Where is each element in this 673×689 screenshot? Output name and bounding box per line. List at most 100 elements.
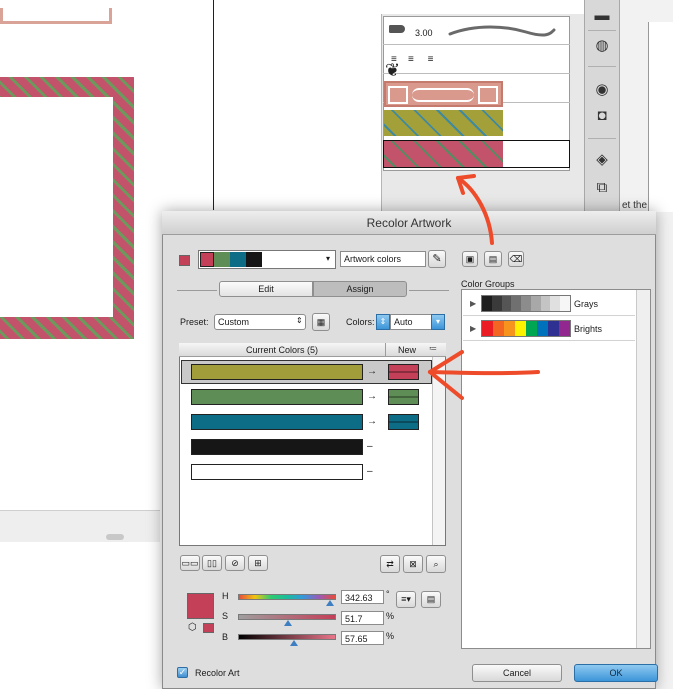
saturation-input[interactable]: 51.7 (341, 611, 384, 625)
color-group-swatch[interactable] (515, 321, 526, 336)
color-groups-list (461, 289, 651, 649)
hue-slider-thumb[interactable] (326, 600, 334, 606)
brightness-slider-thumb[interactable] (290, 640, 298, 646)
ok-button[interactable]: OK (574, 664, 658, 682)
color-group-swatch[interactable] (491, 296, 502, 311)
appearance-icon[interactable]: ◉ (592, 80, 612, 100)
saturation-label: S (222, 611, 229, 621)
current-color-bar[interactable] (191, 464, 363, 480)
dock-divider (588, 30, 616, 31)
find-color-icon[interactable]: ⌕ (426, 555, 446, 573)
hue-slider[interactable] (238, 594, 336, 600)
new-header[interactable]: New (386, 345, 428, 355)
current-color-bar[interactable] (191, 439, 363, 455)
gradient-icon[interactable]: ▬ (592, 6, 612, 26)
artboard-edge (213, 0, 214, 210)
artboards-icon[interactable]: ⧉ (592, 178, 612, 198)
active-color-swatch[interactable] (179, 255, 190, 266)
brightness-slider[interactable] (238, 634, 336, 640)
calligraphic-brush-icon (389, 25, 405, 33)
scroll-thumb[interactable] (106, 534, 124, 540)
color-group-swatch[interactable] (530, 296, 541, 311)
color-group-swatch[interactable] (521, 296, 531, 311)
chevron-down-icon[interactable]: ▾ (326, 254, 330, 263)
layers-icon[interactable]: ◈ (592, 150, 612, 170)
disclosure-triangle-icon[interactable]: ▶ (470, 299, 476, 308)
artwork-inner-area (0, 97, 113, 317)
colors-field[interactable]: Auto (390, 314, 432, 330)
color-groups-scrollbar[interactable] (636, 290, 650, 648)
color-group-swatch[interactable] (540, 296, 551, 311)
exclude-colors-icon[interactable]: ⊘ (225, 555, 245, 571)
randomize-order-icon[interactable]: ⇄ (380, 555, 400, 573)
brights-swatches[interactable] (481, 320, 571, 337)
color-group-swatch[interactable] (559, 321, 570, 336)
graphic-styles-icon[interactable]: ◘ (592, 106, 612, 126)
save-group-icon[interactable]: ▣ (462, 251, 478, 267)
color-group-swatch[interactable] (501, 296, 512, 311)
in-gamut-swatch[interactable] (203, 623, 214, 633)
pattern-brush-rose-diamond[interactable] (384, 141, 503, 167)
randomize-saturation-icon[interactable]: ⊠ (403, 555, 423, 573)
color-group-swatch[interactable] (504, 321, 515, 336)
color-group-swatch[interactable] (482, 321, 493, 336)
brightness-input[interactable]: 57.65 (341, 631, 384, 645)
merge-colors-icon[interactable]: ▭▭ (180, 555, 200, 571)
map-arrow-icon[interactable]: → (367, 366, 377, 377)
tab-assign[interactable]: Assign (313, 281, 407, 297)
grays-swatches[interactable] (481, 295, 571, 312)
recolor-art-checkbox[interactable]: ✓ (177, 667, 188, 678)
saturation-slider-thumb[interactable] (284, 620, 292, 626)
no-map-icon[interactable]: – (367, 466, 373, 477)
preset-select[interactable]: Custom (214, 314, 306, 330)
color-group-swatch[interactable] (511, 296, 522, 311)
tab-edit[interactable]: Edit (219, 281, 313, 297)
new-color-swatch[interactable] (388, 364, 419, 380)
color-group-swatch[interactable] (550, 296, 561, 311)
color-group-swatch[interactable] (526, 321, 537, 336)
current-colors-header[interactable]: Current Colors (5) (179, 345, 385, 355)
menu-icon[interactable]: ≔ (429, 344, 437, 353)
delete-icon[interactable]: ⌫ (508, 251, 524, 267)
current-color-bar[interactable] (191, 414, 363, 430)
map-arrow-icon[interactable]: → (367, 416, 377, 427)
transparency-icon[interactable]: ◍ (592, 36, 612, 56)
harmony-swatch (230, 252, 246, 267)
eyedropper-icon[interactable]: ✎ (428, 250, 446, 268)
color-group-swatch[interactable] (493, 321, 504, 336)
map-arrow-icon[interactable]: → (367, 391, 377, 402)
color-mode-menu-icon[interactable]: ≡▾ (396, 591, 416, 608)
color-group-swatch[interactable] (548, 321, 559, 336)
divider (177, 290, 217, 291)
rope-corner-tile (388, 86, 408, 104)
color-group-name: Brights (574, 324, 603, 334)
color-group-swatch[interactable] (482, 296, 492, 311)
colors-stepper[interactable]: ⇕ (376, 314, 390, 330)
artwork-top-border (0, 8, 112, 24)
pattern-brush-gold-diamond[interactable] (384, 110, 503, 136)
table-scrollbar[interactable] (432, 357, 445, 545)
chevron-down-icon[interactable]: ▾ (431, 314, 445, 330)
harmony-swatch (200, 252, 214, 267)
current-color-bar[interactable] (191, 364, 363, 380)
new-color-swatch[interactable] (388, 389, 419, 405)
cancel-button[interactable]: Cancel (472, 664, 562, 682)
color-reduction-options-icon[interactable]: ▦ (312, 313, 330, 331)
active-color-preview (187, 593, 214, 619)
hue-input[interactable]: 342.63 (341, 590, 384, 604)
new-color-swatch[interactable] (388, 414, 419, 430)
current-color-bar[interactable] (191, 389, 363, 405)
separate-colors-icon[interactable]: ▯▯ (202, 555, 222, 571)
hue-label: H (222, 591, 229, 601)
color-group-swatch[interactable] (560, 296, 571, 311)
out-of-gamut-icon[interactable]: ⬡ (188, 622, 197, 633)
no-map-icon[interactable]: – (367, 441, 373, 452)
color-group-swatch[interactable] (537, 321, 548, 336)
artwork-colors-field[interactable]: Artwork colors (340, 251, 426, 267)
new-row-icon[interactable]: ⊞ (248, 555, 268, 571)
canvas-horizontal-scrollbar[interactable] (0, 510, 160, 542)
disclosure-triangle-icon[interactable]: ▶ (470, 324, 476, 333)
color-group-name: Grays (574, 299, 599, 309)
new-group-icon[interactable]: ▤ (484, 251, 502, 267)
color-library-icon[interactable]: ▤ (421, 591, 441, 608)
